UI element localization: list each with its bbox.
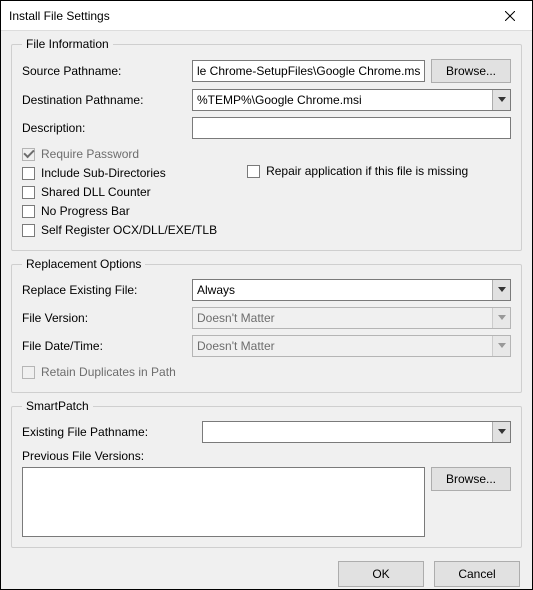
browse-previous-button[interactable]: Browse...	[431, 467, 511, 491]
file-date-combo: Doesn't Matter	[192, 335, 511, 357]
source-pathname-input[interactable]	[192, 60, 425, 82]
description-input[interactable]	[192, 117, 511, 139]
replace-existing-value: Always	[197, 283, 492, 297]
require-password-label: Require Password	[41, 147, 139, 161]
cancel-button[interactable]: Cancel	[434, 561, 520, 587]
chevron-down-icon	[492, 90, 510, 110]
file-date-value: Doesn't Matter	[197, 339, 492, 353]
self-register-label: Self Register OCX/DLL/EXE/TLB	[41, 223, 217, 237]
retain-duplicates-checkbox	[22, 366, 35, 379]
destination-pathname-label: Destination Pathname:	[22, 93, 192, 107]
no-progress-label: No Progress Bar	[41, 204, 130, 218]
chevron-down-icon	[492, 422, 510, 442]
content-area: File Information Source Pathname: Browse…	[1, 31, 532, 558]
include-sub-label: Include Sub-Directories	[41, 166, 166, 180]
retain-duplicates-label: Retain Duplicates in Path	[41, 365, 176, 379]
install-file-settings-dialog: Install File Settings File Information S…	[0, 0, 533, 590]
shared-dll-label: Shared DLL Counter	[41, 185, 151, 199]
file-version-label: File Version:	[22, 311, 192, 325]
smartpatch-legend: SmartPatch	[22, 399, 93, 413]
titlebar: Install File Settings	[1, 1, 532, 31]
replacement-options-legend: Replacement Options	[22, 257, 145, 271]
include-sub-checkbox[interactable]	[22, 167, 35, 180]
require-password-checkbox	[22, 148, 35, 161]
existing-pathname-combo[interactable]	[202, 421, 511, 443]
repair-app-checkbox[interactable]	[247, 165, 260, 178]
file-version-value: Doesn't Matter	[197, 311, 492, 325]
file-information-legend: File Information	[22, 37, 113, 51]
repair-app-label: Repair application if this file is missi…	[266, 164, 468, 178]
replace-existing-label: Replace Existing File:	[22, 283, 192, 297]
file-date-label: File Date/Time:	[22, 339, 192, 353]
destination-pathname-combo[interactable]: %TEMP%\Google Chrome.msi	[192, 89, 511, 111]
destination-pathname-value: %TEMP%\Google Chrome.msi	[197, 93, 492, 107]
replacement-options-group: Replacement Options Replace Existing Fil…	[11, 257, 522, 393]
previous-versions-list[interactable]	[22, 467, 425, 537]
self-register-checkbox[interactable]	[22, 224, 35, 237]
close-button[interactable]	[488, 1, 532, 31]
file-version-combo: Doesn't Matter	[192, 307, 511, 329]
description-label: Description:	[22, 121, 192, 135]
ok-button[interactable]: OK	[338, 561, 424, 587]
replace-existing-combo[interactable]: Always	[192, 279, 511, 301]
browse-source-button[interactable]: Browse...	[431, 59, 511, 83]
close-icon	[505, 11, 515, 21]
chevron-down-icon	[492, 336, 510, 356]
chevron-down-icon	[492, 308, 510, 328]
file-information-group: File Information Source Pathname: Browse…	[11, 37, 522, 251]
previous-versions-label: Previous File Versions:	[22, 449, 511, 463]
no-progress-checkbox[interactable]	[22, 205, 35, 218]
source-pathname-label: Source Pathname:	[22, 64, 192, 78]
chevron-down-icon	[492, 280, 510, 300]
smartpatch-group: SmartPatch Existing File Pathname: Previ…	[11, 399, 522, 548]
window-title: Install File Settings	[9, 9, 110, 23]
shared-dll-checkbox[interactable]	[22, 186, 35, 199]
dialog-footer: OK Cancel	[1, 558, 532, 589]
existing-pathname-label: Existing File Pathname:	[22, 425, 202, 439]
